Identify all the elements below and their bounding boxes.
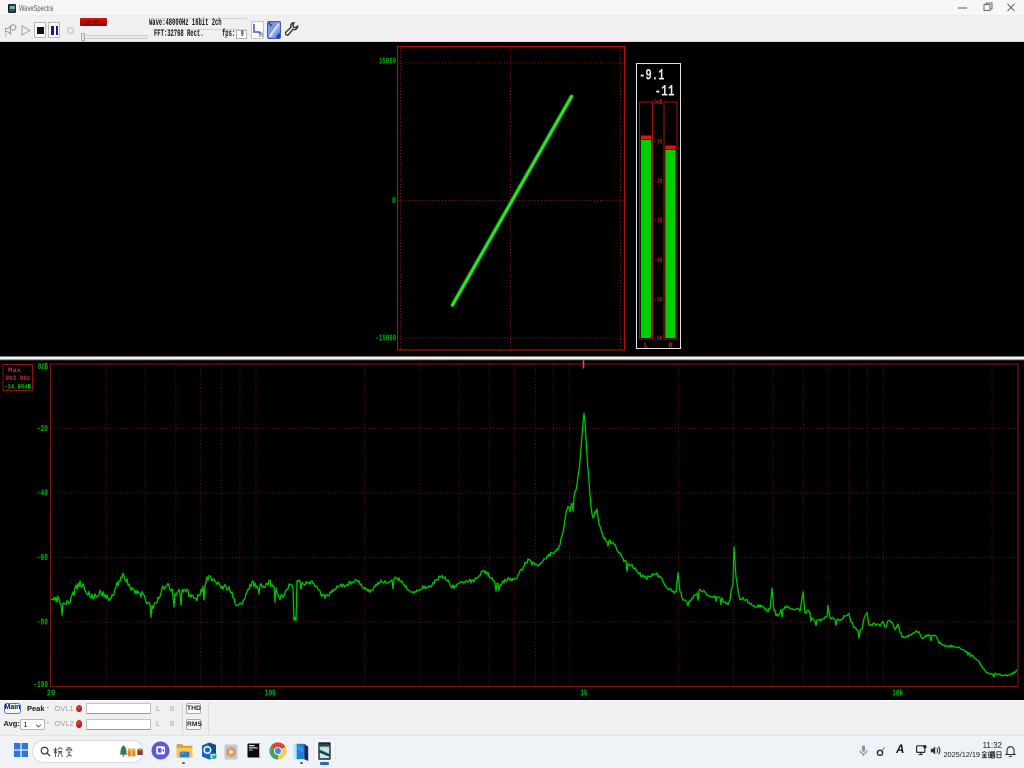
svg-text:-60: -60 <box>37 553 49 563</box>
svg-text:-20: -20 <box>654 178 663 185</box>
svg-text:-14.96dB: -14.96dB <box>4 384 31 391</box>
svg-text:-50: -50 <box>654 297 663 304</box>
svg-text:993.9Hz: 993.9Hz <box>6 375 31 382</box>
svg-text:1k: 1k <box>581 689 588 699</box>
svg-text:20: 20 <box>47 689 56 699</box>
svg-text:-11: -11 <box>655 83 675 101</box>
svg-text:L: L <box>644 343 649 351</box>
svg-text:10k: 10k <box>892 689 903 699</box>
svg-text:-40: -40 <box>654 257 663 264</box>
svg-text:0: 0 <box>392 196 396 206</box>
svg-text:15000: 15000 <box>379 56 396 66</box>
svg-text:-60: -60 <box>654 335 663 342</box>
svg-text:Max: Max <box>8 367 21 374</box>
svg-text:-10: -10 <box>654 139 663 146</box>
svg-text:100: 100 <box>265 689 276 699</box>
svg-text:-20: -20 <box>37 424 49 434</box>
svg-text:-40: -40 <box>37 488 49 498</box>
svg-text:-15000: -15000 <box>376 334 397 344</box>
svg-text:-30: -30 <box>654 218 663 225</box>
svg-text:R: R <box>259 33 264 38</box>
svg-text:-80: -80 <box>37 617 49 627</box>
svg-text:0dB: 0dB <box>38 362 48 372</box>
svg-text:R: R <box>668 343 673 351</box>
